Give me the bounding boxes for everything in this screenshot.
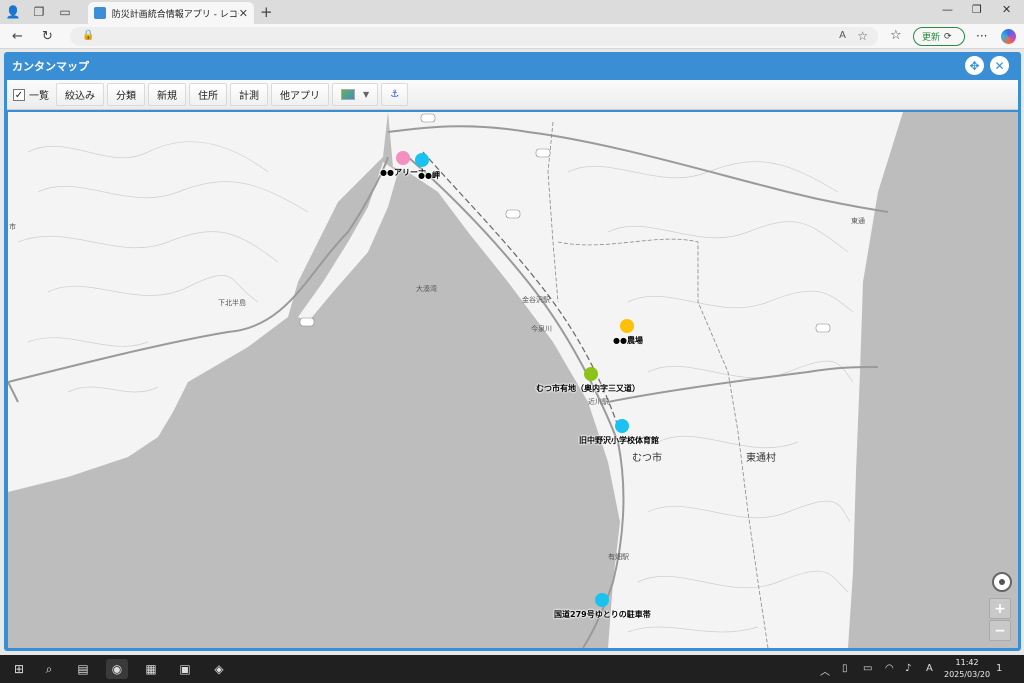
search-icon[interactable]: ⌕ bbox=[38, 659, 60, 679]
ime-indicator[interactable]: A bbox=[926, 663, 933, 674]
list-label: 一覧 bbox=[29, 91, 49, 102]
map-label-arikabata: 有畑駅 bbox=[608, 553, 629, 561]
copilot-icon[interactable] bbox=[1001, 29, 1016, 44]
window-close-button[interactable]: ✕ bbox=[1002, 3, 1011, 16]
taskbar: ⊞ ⌕ ▤ ◉ ▦ ▣ ◈ ︿ ▯ ▭ ◠ ♪ A 11:42 2025/03/… bbox=[0, 655, 1024, 683]
map-label-shi: 市 bbox=[9, 223, 16, 231]
zoom-in-button[interactable]: + bbox=[989, 598, 1011, 619]
clock-date: 2025/03/20 bbox=[944, 670, 991, 679]
marker-label-route279: 国道279号ゆとりの駐車帯 bbox=[554, 610, 651, 619]
address-bar-row: ← ↻ 🔒 A ☆ ☆ bbox=[0, 24, 1024, 49]
wifi-icon[interactable]: ◠ bbox=[885, 663, 894, 674]
minimize-button[interactable]: — bbox=[942, 3, 953, 16]
read-aloud-icon[interactable]: A bbox=[839, 30, 846, 41]
anchor-button[interactable]: ⚓ bbox=[381, 83, 409, 106]
zoom-out-button[interactable]: − bbox=[989, 620, 1011, 641]
battery-icon[interactable]: ▭ bbox=[863, 663, 872, 674]
classify-button[interactable]: 分類 bbox=[107, 83, 145, 106]
marker-label-mutsu-land: むつ市有地（奥内字三又道） bbox=[536, 384, 640, 393]
move-icon[interactable]: ✥ bbox=[965, 56, 984, 75]
app-icon-1[interactable]: ▦ bbox=[140, 659, 162, 679]
map-label-chikagawa: 近川駅 bbox=[588, 398, 609, 406]
notification-icon[interactable]: 1 bbox=[996, 663, 1002, 674]
store-icon[interactable]: ▣ bbox=[174, 659, 196, 679]
tray-chevron-icon[interactable]: ︿ bbox=[820, 663, 830, 678]
map-label-ominato-bay: 大湊湾 bbox=[416, 285, 437, 293]
url-field[interactable]: 🔒 A ☆ bbox=[70, 27, 878, 46]
update-icon: ⟳ bbox=[944, 31, 952, 42]
map-canvas[interactable]: 市 下北半島 大湊湾 金谷沢駅 今泉川 近川駅 有畑駅 東通 むつ市 東通村 ●… bbox=[8, 112, 1018, 648]
back-button[interactable]: ← bbox=[12, 29, 23, 44]
collections-icon[interactable]: ❐ bbox=[26, 0, 52, 24]
app-title: カンタンマップ bbox=[12, 60, 89, 73]
clock-time: 11:42 bbox=[955, 658, 979, 667]
list-checkbox[interactable]: ✓ 一覧 bbox=[11, 83, 53, 106]
lock-icon: 🔒 bbox=[82, 30, 95, 41]
more-menu-button[interactable]: ··· bbox=[976, 29, 987, 43]
map-toolbar: ✓ 一覧 絞込み 分類 新規 住所 計測 他アプリ ▼ ⚓ bbox=[7, 80, 1018, 110]
refresh-button[interactable]: ↻ bbox=[42, 29, 53, 44]
update-button[interactable]: 更新 ⟳ bbox=[913, 27, 965, 46]
file-explorer-icon[interactable]: ▤ bbox=[72, 659, 94, 679]
favorite-star-icon[interactable]: ☆ bbox=[857, 29, 868, 43]
basemap-select[interactable]: ▼ bbox=[332, 83, 379, 106]
start-icon[interactable]: ⊞ bbox=[8, 659, 30, 679]
restore-button[interactable]: ❐ bbox=[972, 3, 982, 16]
marker-label-nakanosawa-gym: 旧中野沢小学校体育館 bbox=[579, 436, 659, 445]
measure-button[interactable]: 計測 bbox=[230, 83, 268, 106]
map-label-shimokita: 下北半島 bbox=[218, 299, 246, 307]
tab-actions-icon[interactable]: ▭ bbox=[52, 0, 78, 24]
notification-count: 1 bbox=[996, 663, 1003, 674]
locate-icon[interactable] bbox=[992, 572, 1012, 592]
other-apps-button[interactable]: 他アプリ bbox=[271, 83, 329, 106]
new-tab-button[interactable]: + bbox=[260, 3, 273, 21]
volume-icon[interactable]: ♪ bbox=[905, 663, 911, 674]
profile-icon[interactable]: 👤 bbox=[0, 0, 26, 24]
app-window: カンタンマップ ✥ ✕ ✓ 一覧 絞込み 分類 新規 住所 計測 他アプリ ▼ … bbox=[4, 52, 1021, 651]
tab-close-icon[interactable]: ✕ bbox=[239, 7, 248, 20]
checkbox-icon: ✓ bbox=[13, 88, 25, 101]
map-basemap bbox=[8, 112, 1018, 648]
map-label-higashidori-north: 東通 bbox=[851, 217, 865, 225]
tab-favicon bbox=[94, 7, 106, 19]
map-label-imaizumi: 今泉川 bbox=[531, 325, 552, 333]
app-close-icon[interactable]: ✕ bbox=[990, 56, 1009, 75]
marker-label-farm: ●●農場 bbox=[613, 336, 643, 345]
tab-title: 防災計画統合情報アプリ - レコードの bbox=[111, 9, 239, 20]
filter-button[interactable]: 絞込み bbox=[56, 83, 104, 106]
clock[interactable]: 11:42 2025/03/20 bbox=[944, 657, 990, 681]
new-button[interactable]: 新規 bbox=[148, 83, 186, 106]
favorites-icon[interactable]: ☆ bbox=[890, 28, 902, 43]
address-button[interactable]: 住所 bbox=[189, 83, 227, 106]
chevron-down-icon: ▼ bbox=[363, 90, 370, 99]
browser-tab-active[interactable]: 防災計画統合情報アプリ - レコードの ✕ bbox=[88, 2, 254, 24]
tray-device-icon[interactable]: ▯ bbox=[842, 663, 848, 674]
edge-icon[interactable]: ◉ bbox=[106, 659, 128, 679]
image-icon bbox=[341, 89, 355, 100]
map-label-mutsu-city: むつ市 bbox=[632, 453, 662, 464]
update-label: 更新 bbox=[922, 33, 941, 43]
map-label-kanayasawa: 金谷沢駅 bbox=[522, 296, 550, 304]
anchor-icon: ⚓ bbox=[390, 89, 400, 100]
app-icon-2[interactable]: ◈ bbox=[208, 659, 230, 679]
map-label-higashidori: 東通村 bbox=[746, 453, 776, 464]
marker-label-misaki: ●●岬 bbox=[418, 171, 440, 180]
